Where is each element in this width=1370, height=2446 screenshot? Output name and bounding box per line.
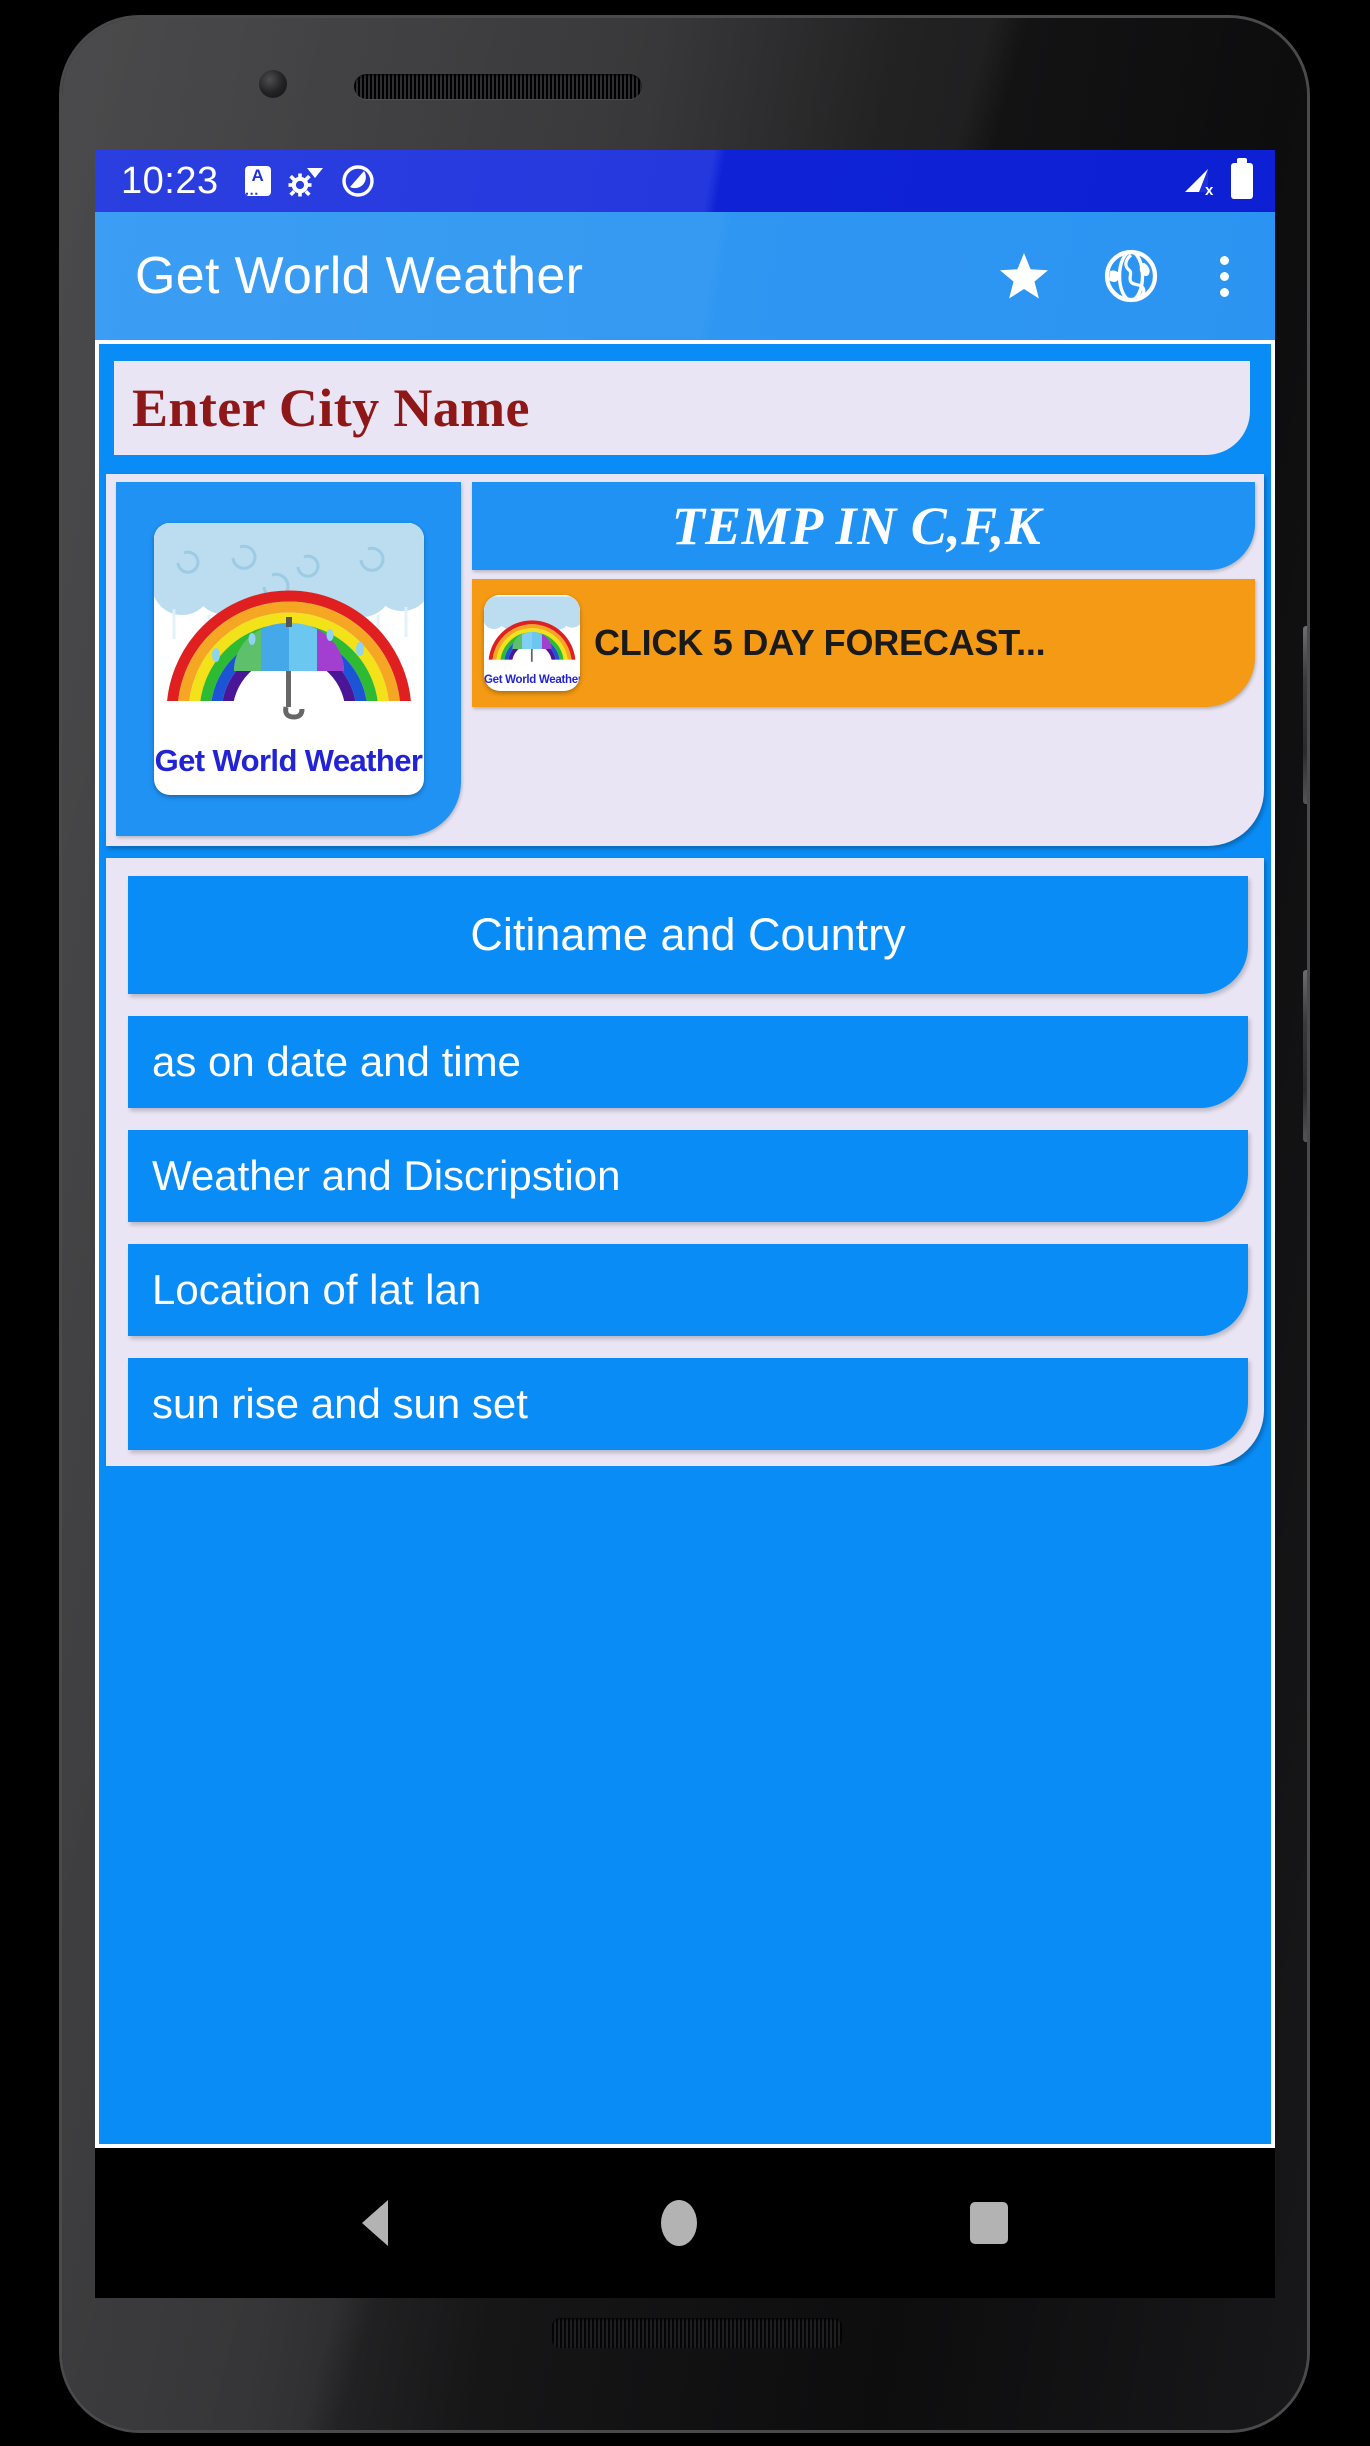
status-clock: 10:23 (121, 159, 219, 202)
status-bar-left-icons: A (244, 164, 375, 198)
signal-no-sim-icon: x (1182, 164, 1218, 198)
content-empty-space (106, 1466, 1264, 2144)
overflow-dot (1220, 255, 1229, 265)
info-row-date-time[interactable]: as on date and time (128, 1016, 1248, 1108)
info-row-location-latlon[interactable]: Location of lat lan (128, 1244, 1248, 1336)
app-logo-image: Get World Weather (153, 523, 424, 795)
overflow-menu-icon[interactable] (1212, 252, 1237, 301)
status-bar: 10:23 A ⋯ x (95, 150, 1275, 212)
forecast-thumb-caption: Get World Weather (484, 674, 580, 686)
app-bar-actions (998, 249, 1249, 303)
hero-right-column: TEMP IN C,F,K Get World Weather CLICK 5 … (472, 482, 1255, 836)
forecast-thumb-logo: Get World Weather (484, 595, 580, 691)
overflow-dot (1220, 287, 1229, 297)
forecast-button-label: CLICK 5 DAY FORECAST... (594, 622, 1046, 664)
bottom-speaker-grille (552, 2318, 842, 2348)
info-row-weather-description[interactable]: Weather and Discripstion (128, 1130, 1248, 1222)
forecast-thumb-artwork (484, 595, 580, 674)
phone-device: 10:23 A ⋯ x Get World Weather Enter City… (62, 18, 1307, 2430)
hero-card: Get World Weather TEMP IN C,F,K Get Worl… (106, 474, 1264, 846)
phone-screen: 10:23 A ⋯ x Get World Weather Enter City… (95, 150, 1275, 2298)
settings-wifi-icon (287, 165, 325, 197)
power-button[interactable] (1303, 626, 1307, 804)
info-row-city-country[interactable]: Citiname and Country (128, 876, 1248, 994)
battery-full-icon (1231, 158, 1253, 199)
five-day-forecast-button[interactable]: Get World Weather CLICK 5 DAY FORECAST..… (472, 579, 1255, 707)
globe-icon[interactable] (1104, 249, 1158, 303)
city-name-input[interactable] (114, 361, 1250, 455)
volume-rocker-button[interactable] (1303, 970, 1307, 1142)
app-content-area: Get World Weather TEMP IN C,F,K (95, 340, 1275, 2148)
android-navigation-bar (95, 2148, 1275, 2298)
app-scroll-container: Get World Weather TEMP IN C,F,K (99, 344, 1271, 2144)
earpiece-speaker (354, 74, 642, 99)
overflow-dot (1220, 271, 1229, 281)
favorite-star-icon[interactable] (998, 251, 1050, 301)
front-camera (259, 70, 287, 98)
logo-artwork (153, 523, 424, 743)
keyboard-a-icon: A (244, 166, 271, 198)
weather-info-card: Citiname and Country as on date and time… (106, 858, 1264, 1466)
nav-recents-button[interactable] (970, 2202, 1009, 2244)
svg-text:x: x (1205, 182, 1214, 198)
do-not-disturb-icon (341, 164, 375, 198)
nav-home-button[interactable] (660, 2200, 697, 2246)
info-row-sunrise-sunset[interactable]: sun rise and sun set (128, 1358, 1248, 1450)
city-input-container (106, 353, 1264, 464)
app-title: Get World Weather (135, 247, 584, 305)
status-bar-right-icons: x (1182, 158, 1253, 199)
logo-caption: Get World Weather (154, 743, 423, 778)
app-logo-tile[interactable]: Get World Weather (116, 482, 461, 836)
app-bar: Get World Weather (95, 212, 1275, 340)
nav-back-button[interactable] (361, 2200, 388, 2246)
temp-units-banner[interactable]: TEMP IN C,F,K (472, 482, 1255, 570)
